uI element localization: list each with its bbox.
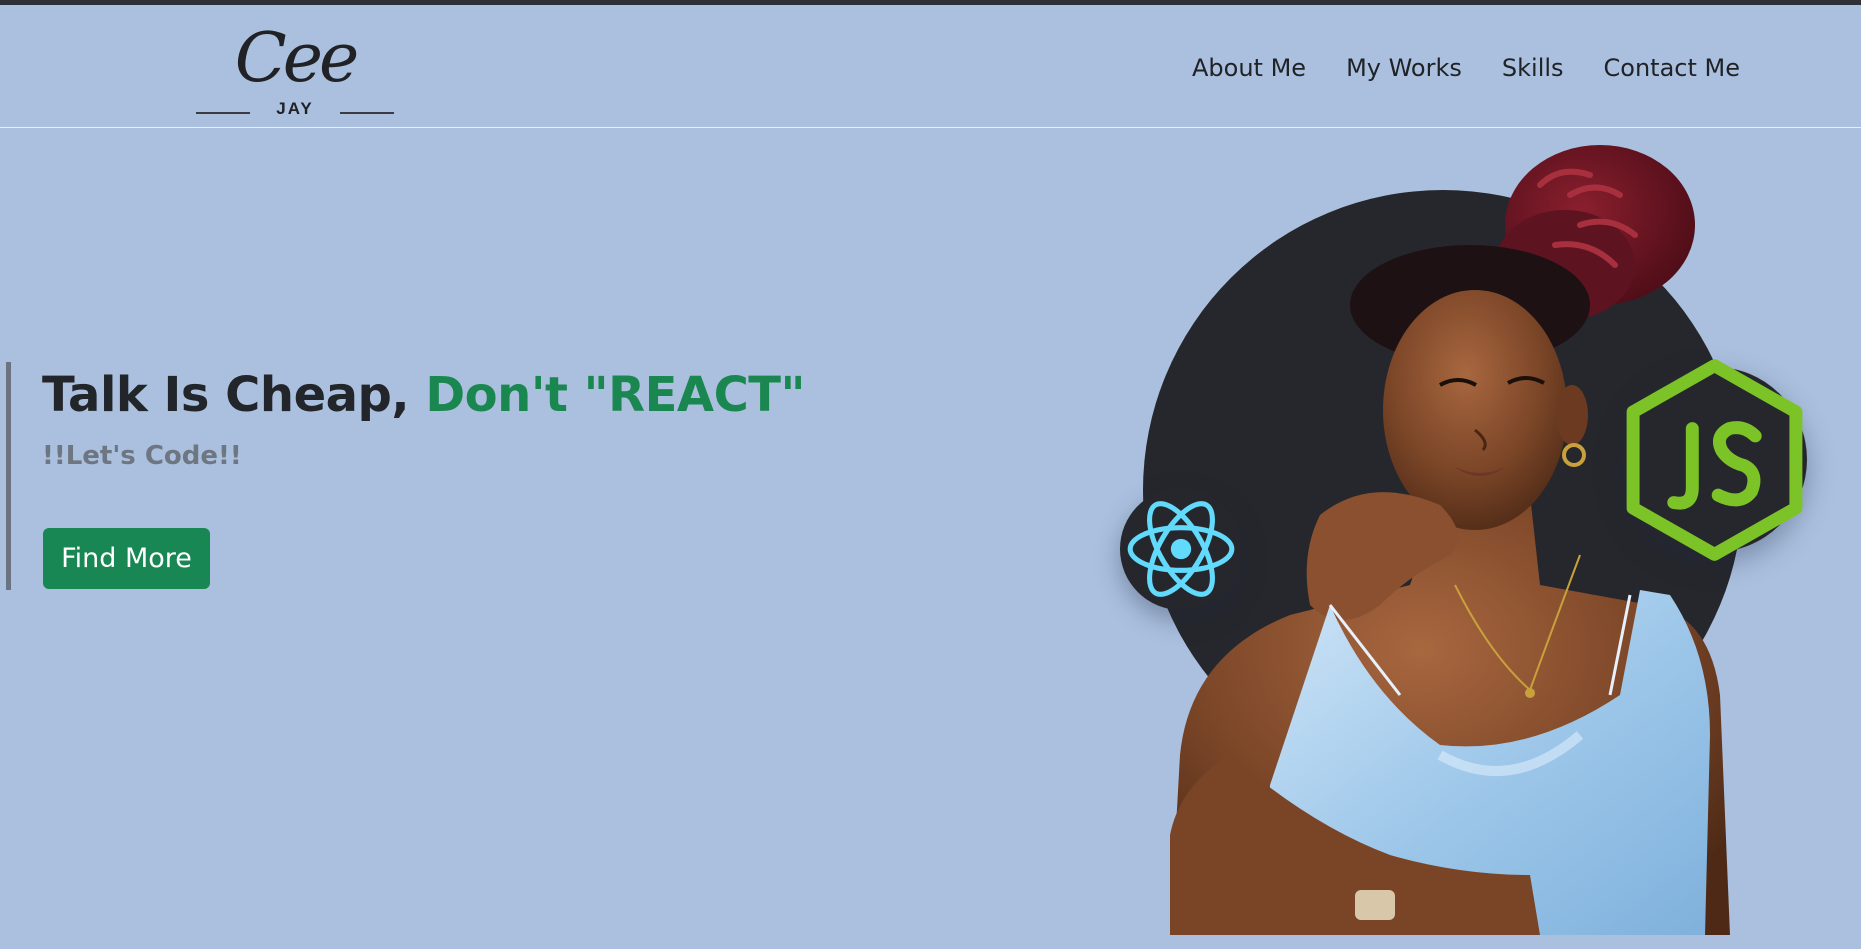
nav-link-about-me[interactable]: About Me [1192, 53, 1306, 83]
hero-portrait [1110, 135, 1810, 935]
nodejs-hexagon-icon [1626, 358, 1803, 561]
logo-script: Cee [234, 19, 360, 98]
find-more-button[interactable]: Find More [43, 528, 210, 589]
nav-link-my-works[interactable]: My Works [1346, 53, 1462, 83]
logo-line-right [340, 112, 394, 114]
navbar: Cee JAY About Me My Works Skills Contact… [0, 5, 1861, 128]
react-badge [1120, 488, 1242, 610]
hero-subheading: !!Let's Code!! [42, 441, 242, 471]
hero-accent-bar [6, 362, 11, 590]
nav-link-skills[interactable]: Skills [1502, 53, 1564, 83]
hero-heading-main: Talk Is Cheap, [42, 367, 426, 423]
hero-heading: Talk Is Cheap, Don't "REACT" [42, 362, 806, 428]
hero-heading-accent: Don't "REACT" [425, 367, 806, 423]
brand-logo[interactable]: Cee JAY [190, 17, 400, 125]
logo-sub: JAY [276, 99, 314, 118]
nodejs-badge [1622, 358, 1807, 561]
react-atom-icon [1127, 501, 1235, 597]
